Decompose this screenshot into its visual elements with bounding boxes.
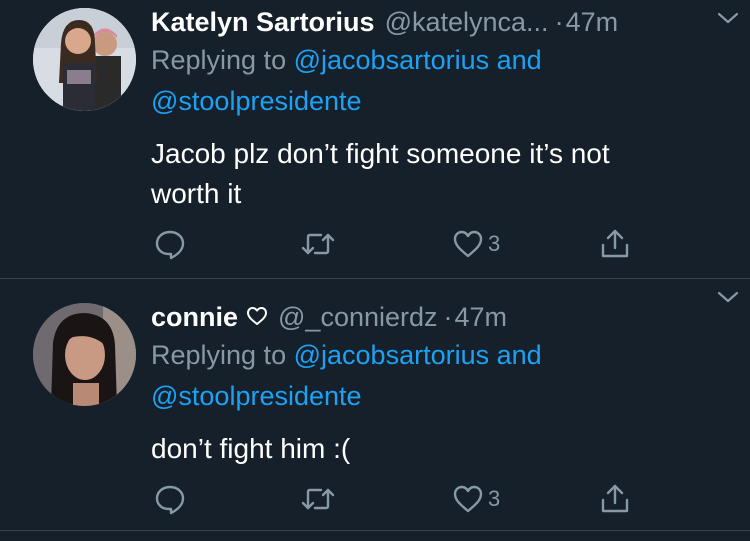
separator-dot: · bbox=[443, 302, 453, 332]
share-button[interactable] bbox=[598, 481, 632, 517]
replying-prefix: Replying to bbox=[151, 45, 287, 75]
retweet-button[interactable] bbox=[299, 481, 337, 517]
chevron-down-icon[interactable] bbox=[715, 287, 741, 307]
like-icon bbox=[453, 230, 483, 258]
replying-to: Replying to @jacobsartorius and bbox=[151, 40, 730, 81]
share-icon bbox=[601, 484, 629, 513]
share-icon bbox=[601, 229, 629, 258]
chevron-down-icon[interactable] bbox=[715, 8, 741, 28]
timestamp[interactable]: 47m bbox=[455, 299, 508, 335]
replying-prefix: Replying to bbox=[151, 340, 287, 370]
like-button[interactable]: 3 bbox=[451, 481, 500, 517]
tweet-text: don’t fight him :( bbox=[151, 433, 351, 464]
share-button[interactable] bbox=[598, 226, 632, 262]
tweet-item[interactable]: Katelyn Sartorius @katelynca... · 47m Re… bbox=[0, 0, 750, 279]
replying-mentions[interactable]: @jacobsartorius and bbox=[294, 45, 542, 75]
tweet-actions: 3 bbox=[151, 226, 651, 262]
replying-to: Replying to @jacobsartorius and bbox=[151, 335, 730, 376]
timestamp[interactable]: 47m bbox=[566, 4, 619, 40]
reply-icon bbox=[155, 485, 185, 515]
display-name[interactable]: connie bbox=[151, 299, 238, 335]
display-name[interactable]: Katelyn Sartorius bbox=[151, 4, 375, 40]
avatar[interactable] bbox=[33, 303, 136, 406]
heart-icon bbox=[247, 307, 268, 325]
user-handle[interactable]: @katelynca... bbox=[385, 4, 549, 40]
like-button[interactable]: 3 bbox=[451, 226, 500, 262]
reply-button[interactable] bbox=[153, 481, 187, 517]
like-count: 3 bbox=[488, 486, 501, 511]
reply-button[interactable] bbox=[153, 226, 187, 262]
reply-icon bbox=[155, 230, 185, 260]
tweet-actions: 3 bbox=[151, 481, 651, 517]
retweet-button[interactable] bbox=[299, 226, 337, 262]
retweet-icon bbox=[301, 233, 335, 255]
mention-link[interactable]: @stoolpresidente bbox=[151, 381, 362, 411]
replying-mentions[interactable]: @jacobsartorius and bbox=[294, 340, 542, 370]
mention-link[interactable]: @stoolpresidente bbox=[151, 86, 362, 116]
tweet-text: Jacob plz don’t fight someone it’s not w… bbox=[151, 138, 610, 209]
separator-dot: · bbox=[554, 7, 564, 37]
like-count: 3 bbox=[488, 231, 501, 256]
user-handle[interactable]: @_connierdz bbox=[278, 299, 438, 335]
retweet-icon bbox=[301, 488, 335, 510]
like-icon bbox=[453, 485, 483, 513]
avatar[interactable] bbox=[33, 8, 136, 111]
